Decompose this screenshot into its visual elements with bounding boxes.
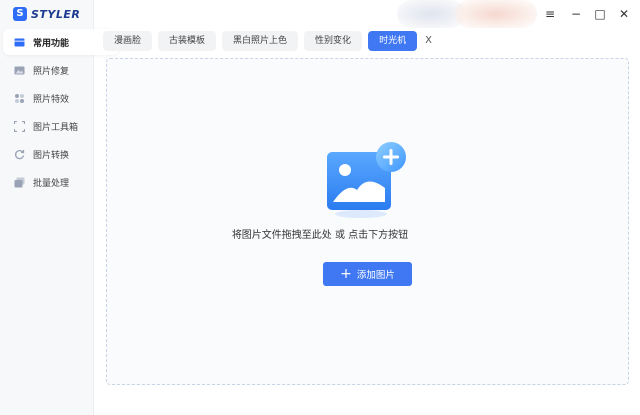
sidebar-item-common-functions[interactable]: 常用功能 [3,29,119,55]
sidebar-item-label: 照片特效 [33,94,70,105]
add-image-button-label: 添加图片 [356,270,395,281]
sidebar-nav: 常用功能 照片修复 照片特效 图片工具箱 图片转换 批量处理 [3,29,119,197]
sidebar-item-batch-processing[interactable]: 批量处理 [3,169,119,195]
add-image-button[interactable]: + 添加图片 [323,262,412,286]
sidebar-item-label: 照片修复 [33,66,70,77]
blurred-promo-area [455,0,537,28]
sidebar-item-label: 批量处理 [33,178,70,189]
sidebar-item-label: 图片工具箱 [33,122,79,133]
image-drop-zone[interactable] [106,58,629,385]
tab-comic-face[interactable]: 漫画脸 [103,31,153,51]
sidebar-item-photo-repair[interactable]: 照片修复 [3,57,119,83]
crop-frame-icon [13,120,26,132]
tab-costume-template[interactable]: 古装模板 [158,31,217,51]
feature-tabs: 漫画脸 古装模板 黑白照片上色 性别变化 时光机 X [103,31,432,51]
sidebar: S STYLER 常用功能 照片修复 照片特效 图片工具箱 图片转换 批量处理 [0,0,119,415]
maximize-button[interactable]: □ [593,7,607,21]
tab-gender-swap[interactable]: 性别变化 [304,31,363,51]
sidebar-item-image-convert[interactable]: 图片转换 [3,141,119,167]
app-logo: S STYLER [13,7,80,21]
plus-icon: + [340,266,352,282]
sparkle-icon [14,93,25,104]
image-repair-icon [14,65,25,76]
menu-button[interactable]: ≡ [543,7,557,21]
close-button[interactable]: ✕ [617,7,631,21]
add-image-icon [327,140,409,220]
tab-colorize-bw-photo[interactable]: 黑白照片上色 [222,31,299,51]
drop-hint-text: 将图片文件拖拽至此处 或 点击下方按钮 [231,230,409,241]
tab-close-icon[interactable]: X [425,31,432,51]
stack-icon [14,177,25,188]
convert-icon [14,149,25,160]
app-name: STYLER [31,7,81,21]
sidebar-item-label: 常用功能 [33,38,70,49]
sidebar-item-label: 图片转换 [33,150,70,161]
minimize-button[interactable]: − [569,7,583,21]
logo-badge: S [13,7,27,21]
tab-time-machine[interactable]: 时光机 [368,31,418,51]
sidebar-item-image-toolbox[interactable]: 图片工具箱 [3,113,119,139]
sidebar-item-photo-effects[interactable]: 照片特效 [3,85,119,111]
card-icon [14,37,25,48]
